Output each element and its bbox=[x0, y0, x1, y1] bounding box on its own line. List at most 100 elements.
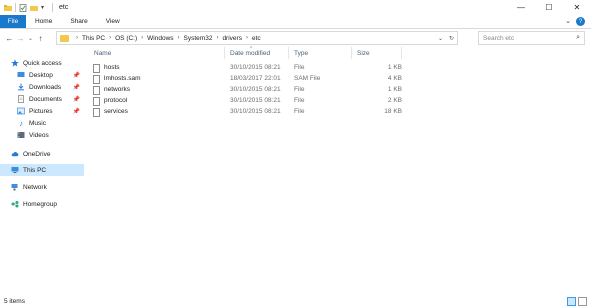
download-icon bbox=[17, 83, 25, 91]
navigation-pane: Quick access Desktop 📌 Downloads 📌 Docum… bbox=[0, 50, 84, 294]
chevron-right-icon[interactable]: › bbox=[76, 35, 78, 41]
forward-button[interactable]: → bbox=[15, 32, 26, 46]
file-icon bbox=[93, 108, 100, 117]
pin-icon[interactable]: 📌 bbox=[73, 108, 80, 115]
file-name: networks bbox=[104, 86, 131, 93]
properties-icon[interactable] bbox=[19, 3, 27, 12]
address-history-button[interactable]: ⌄ bbox=[435, 32, 446, 44]
computer-icon bbox=[11, 166, 19, 174]
pin-icon[interactable]: 📌 bbox=[73, 84, 80, 91]
column-divider[interactable] bbox=[224, 47, 225, 59]
homegroup-icon bbox=[11, 200, 19, 208]
search-placeholder: Search etc bbox=[483, 34, 515, 42]
file-date: 18/03/2017 22:01 bbox=[230, 75, 281, 82]
file-size: 1 KB bbox=[387, 86, 402, 93]
toolbar-divider bbox=[15, 3, 16, 12]
network-icon bbox=[11, 183, 19, 191]
address-bar[interactable]: › This PC › OS (C:) › Windows › System32 › d… bbox=[56, 31, 458, 45]
search-input[interactable]: Search etc ⌕ bbox=[478, 31, 585, 45]
nav-item-downloads[interactable]: Downloads 📌 bbox=[0, 81, 84, 93]
file-size: 4 KB bbox=[387, 75, 402, 82]
table-row[interactable]: protocol 30/10/2015 08:21 File 2 KB bbox=[90, 96, 410, 107]
chevron-right-icon[interactable]: › bbox=[109, 35, 111, 41]
column-header-date[interactable]: Date modified bbox=[230, 46, 270, 60]
file-date: 30/10/2015 08:21 bbox=[230, 64, 281, 71]
breadcrumb-item[interactable]: drivers › bbox=[222, 35, 252, 42]
pin-icon[interactable]: 📌 bbox=[73, 72, 80, 79]
maximize-button[interactable]: ☐ bbox=[535, 0, 563, 15]
breadcrumb-item[interactable]: System32 › bbox=[184, 35, 223, 42]
window-title: etc bbox=[59, 4, 69, 11]
nav-item-videos[interactable]: Videos bbox=[0, 129, 84, 141]
file-type: SAM File bbox=[294, 75, 321, 82]
documents-icon bbox=[17, 95, 25, 103]
nav-item-documents[interactable]: Documents 📌 bbox=[0, 93, 84, 105]
chevron-right-icon[interactable]: › bbox=[141, 35, 143, 41]
pictures-icon bbox=[17, 107, 25, 115]
ribbon-right: ⌄ ? bbox=[565, 17, 585, 26]
file-date: 30/10/2015 08:21 bbox=[230, 108, 281, 115]
file-list: ^ Name Date modified Type Size hosts 30/… bbox=[90, 46, 591, 294]
tab-share[interactable]: Share bbox=[61, 15, 96, 28]
nav-item-pictures[interactable]: Pictures 📌 bbox=[0, 105, 84, 117]
column-divider[interactable] bbox=[288, 47, 289, 59]
up-button[interactable]: ↑ bbox=[35, 32, 46, 46]
chevron-right-icon[interactable]: › bbox=[216, 35, 218, 41]
chevron-right-icon[interactable]: › bbox=[178, 35, 180, 41]
refresh-button[interactable]: ↻ bbox=[446, 32, 457, 44]
table-row[interactable]: services 30/10/2015 08:21 File 18 KB bbox=[90, 107, 410, 118]
new-folder-icon[interactable] bbox=[30, 4, 38, 12]
close-button[interactable]: ✕ bbox=[563, 0, 591, 15]
breadcrumb-item[interactable]: OS (C:) › bbox=[115, 35, 147, 42]
star-icon bbox=[11, 59, 19, 67]
breadcrumb-item[interactable]: etc bbox=[252, 35, 261, 42]
column-header-size[interactable]: Size bbox=[357, 46, 370, 60]
help-icon[interactable]: ? bbox=[576, 17, 585, 26]
minimize-button[interactable]: — bbox=[507, 0, 535, 15]
view-buttons bbox=[567, 297, 587, 306]
file-type: File bbox=[294, 97, 305, 104]
table-row[interactable]: networks 30/10/2015 08:21 File 1 KB bbox=[90, 85, 410, 96]
file-name: lmhosts.sam bbox=[104, 75, 141, 82]
tab-home[interactable]: Home bbox=[26, 15, 61, 28]
details-view-icon[interactable] bbox=[567, 297, 576, 306]
expand-ribbon-icon[interactable]: ⌄ bbox=[565, 17, 571, 26]
file-icon bbox=[93, 86, 100, 95]
column-header-type[interactable]: Type bbox=[294, 46, 308, 60]
nav-item-desktop[interactable]: Desktop 📌 bbox=[0, 69, 84, 81]
file-icon bbox=[93, 64, 100, 73]
column-header-name[interactable]: Name bbox=[94, 46, 111, 60]
file-icon bbox=[93, 97, 100, 106]
window-controls: — ☐ ✕ bbox=[507, 0, 591, 15]
customize-toolbar-icon[interactable]: ▾ bbox=[41, 4, 49, 12]
status-bar: 5 items bbox=[0, 295, 591, 308]
tab-file[interactable]: File bbox=[0, 15, 26, 28]
nav-item-music[interactable]: ♪ Music bbox=[0, 117, 84, 129]
breadcrumb-item[interactable]: Windows › bbox=[147, 35, 183, 42]
file-size: 18 KB bbox=[384, 108, 402, 115]
column-divider[interactable] bbox=[401, 47, 402, 59]
pin-icon[interactable]: 📌 bbox=[73, 96, 80, 103]
table-row[interactable]: hosts 30/10/2015 08:21 File 1 KB bbox=[90, 63, 410, 74]
back-button[interactable]: ← bbox=[4, 32, 15, 46]
file-type: File bbox=[294, 108, 305, 115]
table-row[interactable]: lmhosts.sam 18/03/2017 22:01 SAM File 4 … bbox=[90, 74, 410, 85]
breadcrumb-item[interactable]: This PC › bbox=[82, 35, 115, 42]
music-icon: ♪ bbox=[19, 118, 23, 128]
nav-item-network[interactable]: Network bbox=[0, 181, 84, 193]
column-divider[interactable] bbox=[351, 47, 352, 59]
nav-item-this-pc[interactable]: This PC bbox=[0, 164, 84, 176]
item-count: 5 items bbox=[4, 298, 25, 305]
nav-item-onedrive[interactable]: OneDrive bbox=[0, 148, 84, 160]
tab-view[interactable]: View bbox=[97, 15, 129, 28]
quick-access-toolbar: ▾ bbox=[0, 3, 53, 12]
chevron-right-icon[interactable]: › bbox=[246, 35, 248, 41]
recent-locations-button[interactable]: ⌄ bbox=[26, 32, 35, 46]
nav-item-quick-access[interactable]: Quick access bbox=[0, 57, 84, 69]
title-bar: ▾ etc — ☐ ✕ bbox=[0, 0, 591, 15]
nav-item-homegroup[interactable]: Homegroup bbox=[0, 198, 84, 210]
desktop-icon bbox=[17, 71, 25, 79]
file-type: File bbox=[294, 86, 305, 93]
large-icons-view-icon[interactable] bbox=[578, 297, 587, 306]
videos-icon bbox=[17, 131, 25, 139]
